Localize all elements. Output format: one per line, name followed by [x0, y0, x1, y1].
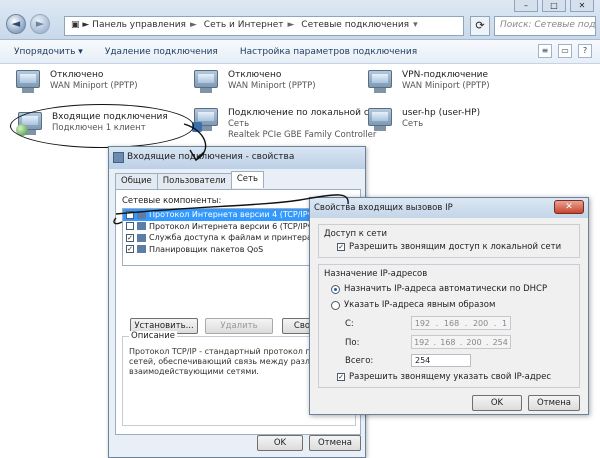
- connection-status: Отключено: [50, 70, 104, 80]
- preview-pane-icon[interactable]: ▭: [558, 44, 572, 58]
- ip-assignment-group: Назначение IP-адресов Назначить IP-адрес…: [318, 264, 580, 388]
- dialog-title: Свойства входящих вызовов IP: [314, 203, 453, 213]
- forward-button[interactable]: ►: [30, 14, 50, 34]
- network-access-group: Доступ к сети ✓ Разрешить звонящим доступ…: [318, 224, 580, 258]
- connection-item[interactable]: user-hp (user-HP) Сеть: [366, 108, 480, 134]
- network-adapter-icon: [192, 70, 222, 96]
- radio-button[interactable]: [331, 300, 340, 310]
- cancel-button[interactable]: Отмена: [528, 395, 580, 411]
- back-button[interactable]: ◄: [6, 14, 26, 34]
- connection-item[interactable]: Отключено WAN Miniport (PPTP): [14, 70, 138, 96]
- connection-name: VPN-подключение: [402, 70, 489, 80]
- radio-button[interactable]: [331, 284, 340, 294]
- to-label: По:: [345, 338, 360, 348]
- list-item-label: Протокол Интернета версии 4 (TCP/IPv4): [149, 210, 321, 220]
- organize-menu[interactable]: Упорядочить ▾: [14, 47, 83, 57]
- dialog-titlebar[interactable]: Свойства входящих вызовов IP ✕: [310, 198, 588, 218]
- connection-adapter: Realtek PCIe GBE Family Controller: [228, 130, 377, 140]
- handdrawn-highlight: [10, 104, 194, 148]
- breadcrumb-item[interactable]: Панель управления: [92, 20, 186, 30]
- protocol-icon: [137, 222, 146, 231]
- protocol-icon: [137, 210, 146, 219]
- delete-button[interactable]: Удалить: [205, 318, 273, 334]
- connection-status: Отключено: [228, 70, 282, 80]
- group-label: Доступ к сети: [324, 229, 387, 239]
- checkbox[interactable]: [126, 222, 134, 231]
- total-label: Всего:: [345, 356, 374, 366]
- description-label: Описание: [129, 331, 177, 341]
- breadcrumb-item[interactable]: Сеть и Интернет: [204, 20, 284, 30]
- maximize-button[interactable]: □: [542, 0, 566, 12]
- connection-item[interactable]: Подключение по локальной сети Сеть Realtek…: [192, 108, 385, 141]
- list-item-label: Протокол Интернета версии 6 (TCP/IPv6): [149, 221, 321, 231]
- components-label: Сетевые компоненты:: [122, 196, 222, 206]
- checkbox[interactable]: ✓: [337, 373, 345, 381]
- connection-type: WAN Miniport (PPTP): [228, 81, 316, 91]
- breadcrumb-root-icon: ▣ ►: [71, 20, 90, 30]
- incoming-ip-properties-dialog: Свойства входящих вызовов IP ✕ Доступ к …: [309, 197, 589, 415]
- connection-type: WAN Miniport (PPTP): [402, 81, 490, 91]
- vpn-connection-icon: [366, 70, 396, 96]
- network-adapter-icon: [14, 70, 44, 96]
- dhcp-radio[interactable]: Назначить IP-адреса автоматически по DHC…: [331, 284, 547, 294]
- tab-network[interactable]: Сеть: [230, 171, 264, 188]
- allow-own-ip-checkbox[interactable]: ✓ Разрешить звонящему указать свой IP-адр…: [337, 372, 551, 382]
- from-label: С:: [345, 319, 354, 329]
- to-ip-field[interactable]: 192. 168. 200. 254: [411, 335, 511, 349]
- delete-connection-button[interactable]: Удаление подключения: [105, 47, 218, 57]
- list-item-label: Планировщик пакетов QoS: [149, 244, 264, 254]
- view-options-icon[interactable]: ≡: [538, 44, 552, 58]
- checkbox[interactable]: ✓: [337, 243, 345, 251]
- connection-network: Сеть: [228, 119, 250, 129]
- network-icon: [113, 152, 124, 163]
- connection-network: Сеть: [402, 119, 424, 129]
- minimize-button[interactable]: –: [514, 0, 538, 12]
- connection-name: user-hp (user-HP): [402, 108, 481, 118]
- connection-settings-button[interactable]: Настройка параметров подключения: [240, 47, 417, 57]
- qos-icon: [137, 245, 146, 254]
- list-item-label: Служба доступа к файлам и принтерам сет: [149, 233, 335, 243]
- checkbox-label: Разрешить звонящим доступ к локальной се…: [349, 242, 562, 252]
- checkbox[interactable]: ✓: [126, 210, 134, 219]
- close-button[interactable]: ✕: [554, 200, 584, 214]
- from-ip-field[interactable]: 192. 168. 200. 1: [411, 316, 511, 330]
- network-adapter-icon: [366, 108, 396, 134]
- checkbox[interactable]: ✓: [126, 245, 134, 254]
- service-icon: [137, 233, 146, 242]
- help-icon[interactable]: ?: [578, 44, 592, 58]
- connection-type: WAN Miniport (PPTP): [50, 81, 138, 91]
- radio-label: Назначить IP-адреса автоматически по DHC…: [344, 284, 548, 294]
- group-label: Назначение IP-адресов: [324, 269, 428, 279]
- lan-connection-icon: [192, 108, 222, 134]
- explicit-ip-radio[interactable]: Указать IP-адреса явным образом: [331, 300, 495, 310]
- radio-label: Указать IP-адреса явным образом: [344, 300, 496, 310]
- allow-lan-checkbox[interactable]: ✓ Разрешить звонящим доступ к локальной с…: [337, 242, 561, 252]
- ok-button[interactable]: OK: [257, 435, 303, 451]
- connection-item[interactable]: VPN-подключение WAN Miniport (PPTP): [366, 70, 490, 96]
- connection-name: Подключение по локальной сети: [228, 108, 386, 118]
- ok-button[interactable]: OK: [472, 395, 522, 411]
- connection-item[interactable]: Отключено WAN Miniport (PPTP): [192, 70, 316, 96]
- close-window-button[interactable]: ✕: [570, 0, 594, 12]
- cancel-button[interactable]: Отмена: [309, 435, 361, 451]
- checkbox-label: Разрешить звонящему указать свой IP-адре…: [349, 372, 551, 382]
- tab-users[interactable]: Пользователи: [156, 173, 232, 190]
- dialog-title: Входящие подключения - свойства: [127, 152, 295, 162]
- checkbox[interactable]: ✓: [126, 233, 134, 242]
- command-bar: Упорядочить ▾ Удаление подключения Настр…: [0, 40, 600, 64]
- breadcrumb-item[interactable]: Сетевые подключения: [301, 20, 409, 30]
- dialog-titlebar[interactable]: Входящие подключения - свойства: [109, 147, 365, 169]
- search-input[interactable]: Поиск: Сетевые подключения: [494, 16, 596, 36]
- total-value: 254: [411, 354, 471, 367]
- refresh-icon[interactable]: ⟳: [470, 16, 490, 36]
- tab-general[interactable]: Общие: [115, 173, 158, 190]
- address-bar-area: ◄ ► ▣ ► Панель управления ► Сеть и Интерн…: [0, 0, 600, 40]
- address-field[interactable]: ▣ ► Панель управления ► Сеть и Интернет ► …: [64, 16, 464, 36]
